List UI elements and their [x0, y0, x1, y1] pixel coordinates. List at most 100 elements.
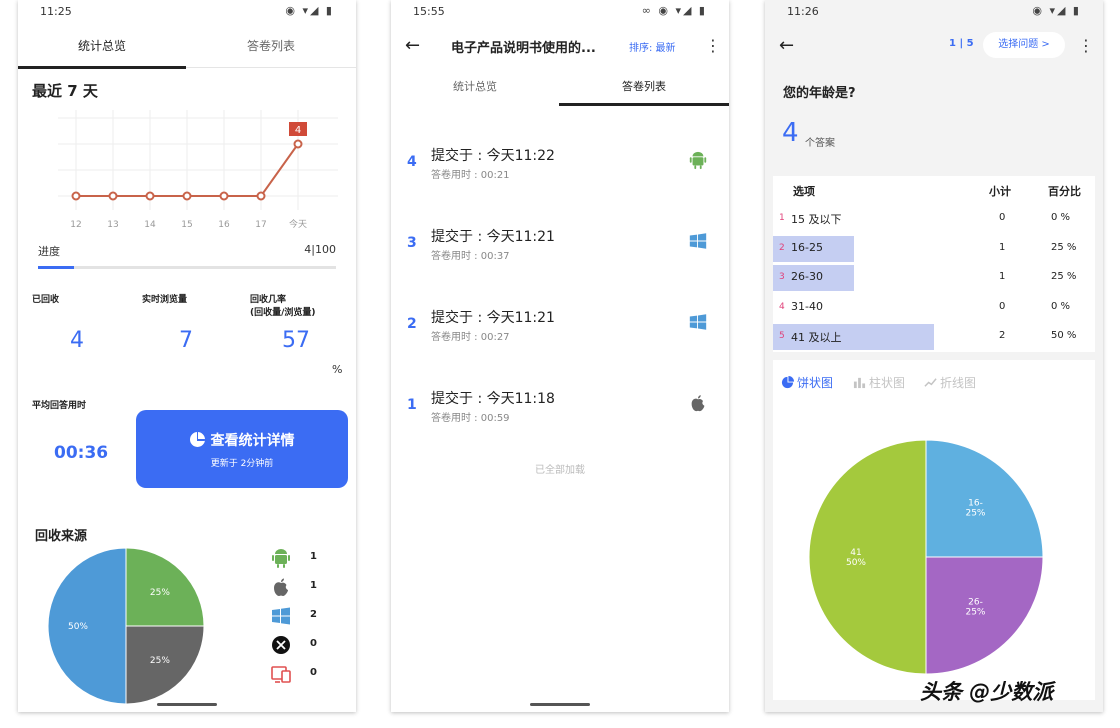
pie-slice — [809, 440, 927, 675]
pie-label: 50% — [68, 622, 88, 632]
response-item[interactable]: 4 提交于 : 今天11:22 答卷用时 : 00:21 — [391, 130, 729, 210]
pie-label: 16- — [968, 499, 983, 509]
x-tick-label: 今天 — [289, 218, 307, 230]
source-pie-chart: 25% 25% 50% — [48, 548, 205, 705]
stat-value-rate: 57 — [282, 328, 310, 353]
tab-bar-chart[interactable]: 柱状图 — [853, 374, 905, 391]
data-point — [108, 191, 118, 201]
response-number: 1 — [407, 397, 417, 413]
stat-label-rate: 回收几率 (回收量/浏览量) — [250, 295, 316, 318]
pie-chart-icon — [781, 376, 794, 389]
stat-value-collected: 4 — [70, 328, 84, 353]
table-row: 1 15 及以下 0 0 % — [773, 206, 1095, 232]
section-title: 最近 7 天 — [32, 82, 98, 100]
back-arrow-icon[interactable]: ← — [779, 36, 799, 56]
data-point — [182, 191, 192, 201]
response-submitted: 提交于 : 今天11:22 — [431, 148, 555, 164]
watermark: 头条 @少数派 — [920, 680, 1054, 704]
response-item[interactable]: 1 提交于 : 今天11:18 答卷用时 : 00:59 — [391, 373, 729, 453]
windows-icon — [689, 233, 707, 249]
progress-label: 进度 — [38, 245, 60, 258]
tab-overview[interactable]: 统计总览 — [18, 24, 186, 69]
more-vert-icon[interactable]: ⋮ — [705, 36, 721, 56]
x-tick-label: 15 — [181, 220, 192, 230]
android-icon — [272, 549, 290, 568]
status-bar: 11:25 ◉ ▾◢ ▮ — [18, 0, 356, 24]
source-title: 回收来源 — [35, 529, 88, 544]
row-percent: 0 % — [1051, 300, 1071, 312]
status-icons: ◉ ▾◢ ▮ — [285, 4, 334, 17]
app-bar: ← 电子产品说明书使用的... 排序: 最新 ⋮ — [391, 24, 729, 68]
status-time: 15:55 — [413, 5, 445, 18]
response-item[interactable]: 2 提交于 : 今天11:21 答卷用时 : 00:27 — [391, 292, 729, 372]
row-option: 26-30 — [791, 270, 823, 283]
status-bar: 15:55 ∞ ◉ ▾◢ ▮ — [391, 0, 729, 24]
tab-response-list[interactable]: 答卷列表 — [559, 68, 729, 106]
row-index: 3 — [779, 272, 785, 282]
table-row: 2 16-25 1 25 % — [773, 235, 1095, 262]
tab-pie-label: 饼状图 — [797, 376, 834, 390]
data-label: 4 — [295, 125, 301, 136]
answer-count: 4 — [782, 118, 799, 148]
row-index: 2 — [779, 242, 785, 253]
select-question-button[interactable]: 选择问题 > — [983, 32, 1065, 58]
source-count: 0 — [310, 638, 317, 649]
row-percent: 25 % — [1051, 241, 1077, 253]
percent-unit: % — [332, 363, 343, 376]
avg-time-value: 00:36 — [54, 443, 109, 463]
row-option: 31-40 — [791, 299, 823, 313]
row-count: 0 — [999, 212, 1006, 223]
row-option: 16-25 — [791, 240, 823, 254]
row-option: 15 及以下 — [791, 213, 842, 226]
response-duration: 答卷用时 : 00:59 — [431, 413, 510, 424]
tab-overview[interactable]: 统计总览 — [391, 68, 559, 106]
response-number: 3 — [407, 235, 417, 251]
pie-label: 25% — [965, 607, 985, 617]
tab-pie-chart[interactable]: 饼状图 — [781, 374, 833, 391]
line-chart-icon — [924, 378, 937, 387]
table-header-option: 选项 — [793, 185, 815, 198]
data-point — [145, 191, 155, 201]
response-submitted: 提交于 : 今天11:18 — [431, 391, 555, 407]
row-option: 41 及以上 — [791, 331, 842, 344]
row-percent: 0 % — [1051, 212, 1071, 223]
row-index: 1 — [779, 213, 785, 223]
detail-button-label: 查看统计详情 — [210, 433, 295, 449]
apple-icon — [691, 395, 705, 412]
apple-icon — [274, 578, 288, 596]
row-count: 2 — [999, 330, 1006, 341]
pie-label: 25% — [150, 656, 170, 666]
row-index: 4 — [779, 301, 785, 312]
screen-question-detail: 11:26 ◉ ▾◢ ▮ ← 1 | 5 选择问题 > ⋮ 您的年龄是? 4 个… — [765, 0, 1103, 712]
home-indicator — [157, 703, 217, 706]
view-stats-detail-button[interactable]: 查看统计详情 更新于 2分钟前 — [136, 410, 348, 488]
table-row: 5 41 及以上 2 50 % — [773, 324, 1095, 350]
response-number: 2 — [407, 316, 417, 332]
row-count: 1 — [999, 271, 1006, 282]
status-bar: 11:26 ◉ ▾◢ ▮ — [765, 0, 1103, 24]
more-vert-icon[interactable]: ⋮ — [1078, 36, 1094, 56]
stat-label-views: 实时浏览量 — [142, 295, 188, 305]
pie-label: 50% — [846, 558, 866, 568]
pie-label: 25% — [965, 509, 985, 519]
x-tick-label: 13 — [107, 220, 118, 230]
response-item[interactable]: 3 提交于 : 今天11:21 答卷用时 : 00:37 — [391, 211, 729, 291]
chart-card: 饼状图 柱状图 折线图 16- 25% 26- 25% 41 50% — [773, 360, 1095, 700]
sort-button[interactable]: 排序: 最新 — [629, 39, 676, 54]
response-number: 4 — [407, 154, 417, 170]
tab-line-chart[interactable]: 折线图 — [924, 374, 976, 391]
row-count: 0 — [999, 300, 1006, 312]
table-header-percent: 百分比 — [1048, 185, 1081, 198]
bar-chart-icon — [853, 377, 866, 389]
tab-response-list[interactable]: 答卷列表 — [186, 24, 356, 68]
back-arrow-icon[interactable]: ← — [405, 36, 425, 56]
answer-count-label: 个答案 — [805, 138, 835, 149]
x-tick-label: 14 — [144, 220, 156, 230]
data-point — [256, 191, 266, 201]
data-point — [71, 191, 81, 201]
tab-line-label: 折线图 — [940, 376, 977, 390]
tab-bar: 统计总览 答卷列表 — [18, 24, 356, 69]
screen-response-list: 15:55 ∞ ◉ ▾◢ ▮ ← 电子产品说明书使用的... 排序: 最新 ⋮ … — [391, 0, 729, 712]
survey-title: 电子产品说明书使用的... — [451, 41, 596, 56]
source-count: 1 — [310, 580, 317, 591]
